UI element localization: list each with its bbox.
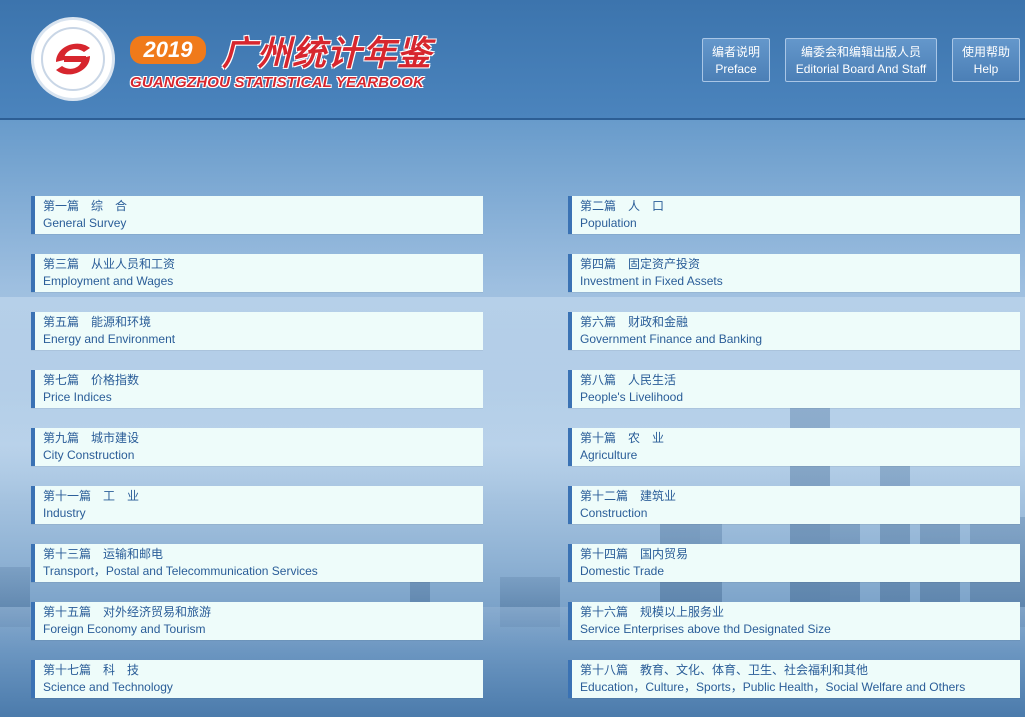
section-link-07[interactable]: 第七篇 价格指数 Price Indices xyxy=(31,370,483,408)
section-title-cn: 第六篇 财政和金融 xyxy=(580,315,689,329)
section-title-cn: 第五篇 能源和环境 xyxy=(43,315,152,329)
editorial-board-button-en: Editorial Board And Staff xyxy=(795,62,927,76)
section-link-02[interactable]: 第二篇 人 口 Population xyxy=(568,196,1020,234)
section-title-cn: 第十七篇 科 技 xyxy=(43,663,140,677)
section-title-en: Science and Technology xyxy=(43,680,173,694)
section-link-13[interactable]: 第十三篇 运输和邮电 Transport，Postal and Telecomm… xyxy=(31,544,483,582)
section-title-en: City Construction xyxy=(43,448,135,462)
section-title-cn: 第十五篇 对外经济贸易和旅游 xyxy=(43,605,212,619)
statistics-logo-icon xyxy=(34,20,112,98)
section-title-cn: 第十四篇 国内贸易 xyxy=(580,547,689,561)
section-link-14[interactable]: 第十四篇 国内贸易 Domestic Trade xyxy=(568,544,1020,582)
section-link-11[interactable]: 第十一篇 工 业 Industry xyxy=(31,486,483,524)
section-link-12[interactable]: 第十二篇 建筑业 Construction xyxy=(568,486,1020,524)
section-title-cn: 第四篇 固定资产投资 xyxy=(580,257,701,271)
section-title-cn: 第一篇 综 合 xyxy=(43,199,128,213)
preface-button-en: Preface xyxy=(715,62,757,76)
section-title-cn: 第十一篇 工 业 xyxy=(43,489,140,503)
year-badge: 2019 xyxy=(130,36,206,64)
preface-button-cn: 编者说明 xyxy=(711,45,760,59)
section-link-01[interactable]: 第一篇 综 合 General Survey xyxy=(31,196,483,234)
section-title-en: Transport，Postal and Telecommunication S… xyxy=(43,564,318,578)
logo-graphic xyxy=(41,27,105,91)
section-title-en: Agriculture xyxy=(580,448,638,462)
section-link-09[interactable]: 第九篇 城市建设 City Construction xyxy=(31,428,483,466)
section-link-10[interactable]: 第十篇 农 业 Agriculture xyxy=(568,428,1020,466)
editorial-board-button[interactable]: 编委会和编辑出版人员 Editorial Board And Staff xyxy=(785,38,937,82)
section-title-cn: 第十二篇 建筑业 xyxy=(580,489,677,503)
section-title-cn: 第八篇 人民生活 xyxy=(580,373,677,387)
section-link-03[interactable]: 第三篇 从业人员和工资 Employment and Wages xyxy=(31,254,483,292)
section-title-en: Service Enterprises above thd Designated… xyxy=(580,622,831,636)
section-title-cn: 第十八篇 教育、文化、体育、卫生、社会福利和其他 xyxy=(580,663,869,677)
help-button-cn: 使用帮助 xyxy=(961,45,1010,59)
help-button[interactable]: 使用帮助 Help xyxy=(952,38,1020,82)
section-title-cn: 第十篇 农 业 xyxy=(580,431,665,445)
section-title-en: Domestic Trade xyxy=(580,564,665,578)
preface-button[interactable]: 编者说明 Preface xyxy=(702,38,770,82)
building xyxy=(500,577,560,627)
section-title-cn: 第三篇 从业人员和工资 xyxy=(43,257,176,271)
section-title-en: Energy and Environment xyxy=(43,332,176,346)
header-bar: 2019 广州统计年鉴 GUANGZHOU STATISTICAL YEARBO… xyxy=(0,0,1025,120)
section-link-17[interactable]: 第十七篇 科 技 Science and Technology xyxy=(31,660,483,698)
section-title-cn: 第十三篇 运输和邮电 xyxy=(43,547,164,561)
title-english: GUANGZHOU STATISTICAL YEARBOOK xyxy=(130,74,425,91)
section-link-16[interactable]: 第十六篇 规模以上服务业 Service Enterprises above t… xyxy=(568,602,1020,640)
section-title-cn: 第二篇 人 口 xyxy=(580,199,665,213)
section-link-15[interactable]: 第十五篇 对外经济贸易和旅游 Foreign Economy and Touri… xyxy=(31,602,483,640)
building xyxy=(0,567,30,627)
section-title-en: Employment and Wages xyxy=(43,274,174,288)
section-title-en: Foreign Economy and Tourism xyxy=(43,622,206,636)
section-link-06[interactable]: 第六篇 财政和金融 Government Finance and Banking xyxy=(568,312,1020,350)
section-link-18[interactable]: 第十八篇 教育、文化、体育、卫生、社会福利和其他 Education，Cultu… xyxy=(568,660,1020,698)
section-title-en: Price Indices xyxy=(43,390,112,404)
section-title-en: Government Finance and Banking xyxy=(580,332,763,346)
editorial-board-button-cn: 编委会和编辑出版人员 xyxy=(800,45,921,59)
section-title-cn: 第九篇 城市建设 xyxy=(43,431,140,445)
section-title-en: Population xyxy=(580,216,637,230)
section-title-en: Industry xyxy=(43,506,86,520)
section-link-04[interactable]: 第四篇 固定资产投资 Investment in Fixed Assets xyxy=(568,254,1020,292)
section-link-08[interactable]: 第八篇 人民生活 People's Livelihood xyxy=(568,370,1020,408)
section-title-en: General Survey xyxy=(43,216,127,230)
section-title-cn: 第七篇 价格指数 xyxy=(43,373,140,387)
section-title-en: People's Livelihood xyxy=(580,390,684,404)
section-title-en: Construction xyxy=(580,506,648,520)
title-chinese: 广州统计年鉴 xyxy=(222,34,432,74)
section-title-en: Investment in Fixed Assets xyxy=(580,274,723,288)
help-button-en: Help xyxy=(973,62,999,76)
section-link-05[interactable]: 第五篇 能源和环境 Energy and Environment xyxy=(31,312,483,350)
section-title-en: Education，Culture，Sports，Public Health，S… xyxy=(580,680,966,694)
section-title-cn: 第十六篇 规模以上服务业 xyxy=(580,605,725,619)
